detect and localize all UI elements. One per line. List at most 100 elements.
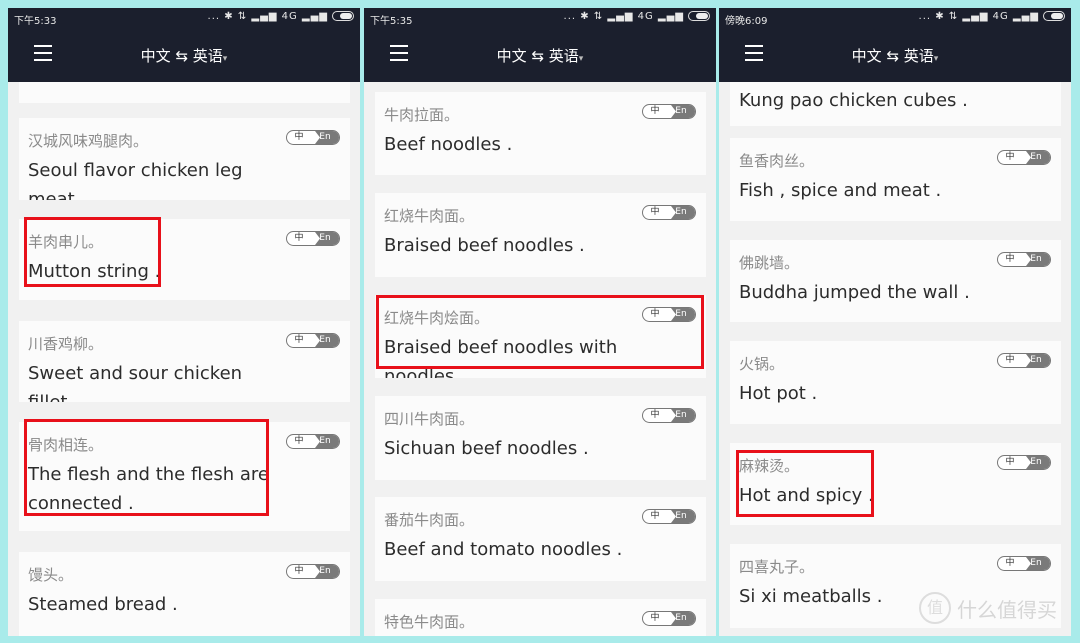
phrase-card[interactable]: 鱼香肉丝。 中 En Fish , spice and meat .	[730, 138, 1061, 221]
language-toggle[interactable]: 中 En	[642, 408, 696, 423]
highlight-box	[24, 419, 269, 516]
toggle-zh: 中	[1005, 355, 1015, 365]
phrase-card[interactable]: 汉城风味鸡腿肉。 中 En Seoul flavor chicken leg meat…	[19, 118, 350, 200]
phrase-card[interactable]: 牛肉拉面。 中 En Beef noodles .	[375, 92, 706, 175]
language-toggle[interactable]: 中 En	[286, 564, 340, 579]
toggle-zh: 中	[650, 410, 660, 420]
phrase-card[interactable]: 馒头。 中 En Steamed bread .	[19, 552, 350, 636]
status-time: 下午5:33	[14, 16, 57, 27]
language-toggle[interactable]: 中 En	[997, 455, 1051, 470]
battery-icon	[332, 11, 354, 21]
highlight-box	[24, 217, 161, 287]
language-toggle[interactable]: 中 En	[286, 434, 340, 449]
toggle-en: En	[1026, 151, 1050, 164]
battery-icon	[1043, 11, 1065, 21]
language-toggle[interactable]: 中 En	[286, 130, 340, 145]
language-toggle[interactable]: 中 En	[642, 611, 696, 626]
english-translation: Beef and tomato noodles .	[384, 539, 623, 560]
app-bar: 中文 ⇆ 英语▾	[8, 28, 360, 82]
language-toggle[interactable]: 中 En	[286, 333, 340, 348]
chevron-down-icon: ▾	[578, 54, 584, 64]
phrase-list: 汉城风味鸡腿肉。中 En Seoul flavor chicken leg meat…	[8, 82, 360, 636]
signal-icons: ... ✱ ⇅ ▂▄▆ 4G ▂▄▆	[563, 11, 684, 22]
status-bar: 下午5:33 ... ✱ ⇅ ▂▄▆ 4G ▂▄▆	[8, 8, 360, 28]
english-translation: Hot pot .	[739, 383, 818, 404]
language-toggle[interactable]: 中 En	[286, 231, 340, 246]
watermark-text: 什么值得买	[957, 597, 1057, 622]
toggle-zh: 中	[294, 132, 304, 142]
chevron-down-icon: ▾	[222, 54, 228, 64]
chinese-text: 佛跳墙。	[739, 254, 800, 272]
watermark: 值什么值得买	[919, 592, 1057, 624]
toggle-en: En	[315, 131, 339, 144]
language-toggle[interactable]: 中 En	[642, 509, 696, 524]
toggle-zh: 中	[294, 436, 304, 446]
toggle-en: En	[671, 510, 695, 523]
phrase-card[interactable]: 番茄牛肉面。 中 En Beef and tomato noodles .	[375, 497, 706, 581]
phrase-card[interactable]: 火锅。 中 En Hot pot .	[730, 341, 1061, 424]
toggle-zh: 中	[1005, 152, 1015, 162]
chevron-down-icon: ▾	[933, 54, 939, 64]
phrase-card[interactable]: 佛跳墙。 中 En Buddha jumped the wall .	[730, 240, 1061, 322]
app-bar: 中文 ⇆ 英语▾	[719, 28, 1071, 82]
language-toggle[interactable]: 中 En	[997, 353, 1051, 368]
phone-screen-1: 下午5:33 ... ✱ ⇅ ▂▄▆ 4G ▂▄▆ 中文 ⇆ 英语▾ 汉城风味鸡腿肉。…	[8, 8, 360, 636]
language-selector[interactable]: 中文 ⇆ 英语▾	[8, 45, 360, 66]
signal-icons: ... ✱ ⇅ ▂▄▆ 4G ▂▄▆	[207, 11, 328, 22]
chinese-text: 川香鸡柳。	[28, 335, 104, 353]
phrase-card[interactable]: 川香鸡柳。 中 En Sweet and sour chicken fillet .	[19, 321, 350, 402]
english-translation: Sichuan beef noodles .	[384, 438, 589, 459]
toggle-en: En	[315, 435, 339, 448]
language-pair-title: 中文 ⇆ 英语	[140, 47, 223, 65]
phrase-card[interactable]	[19, 82, 350, 103]
toggle-zh: 中	[1005, 558, 1015, 568]
toggle-en: En	[671, 409, 695, 422]
toggle-en: En	[1026, 557, 1050, 570]
status-time: 下午5:35	[370, 16, 413, 27]
status-bar: 下午5:35 ... ✱ ⇅ ▂▄▆ 4G ▂▄▆	[364, 8, 716, 28]
language-toggle[interactable]: 中 En	[642, 205, 696, 220]
toggle-zh: 中	[1005, 457, 1015, 467]
toggle-en: En	[1026, 354, 1050, 367]
chinese-text: 特色牛肉面。	[384, 613, 475, 631]
toggle-zh: 中	[294, 566, 304, 576]
language-selector[interactable]: 中文 ⇆ 英语▾	[364, 45, 716, 66]
language-pair-title: 中文 ⇆ 英语	[496, 47, 579, 65]
toggle-en: En	[671, 206, 695, 219]
toggle-en: En	[1026, 456, 1050, 469]
battery-icon	[688, 11, 710, 21]
language-toggle[interactable]: 中 En	[642, 104, 696, 119]
phrase-card[interactable]: Kung pao chicken cubes .	[730, 82, 1061, 126]
status-bar: 傍晚6:09 ... ✱ ⇅ ▂▄▆ 4G ▂▄▆	[719, 8, 1071, 28]
phrase-card[interactable]: 特色牛肉面。 中 En	[375, 599, 706, 636]
signal-icons: ... ✱ ⇅ ▂▄▆ 4G ▂▄▆	[918, 11, 1039, 22]
language-toggle[interactable]: 中 En	[997, 150, 1051, 165]
chinese-text: 馒头。	[28, 566, 74, 584]
toggle-en: En	[671, 105, 695, 118]
highlight-box	[376, 295, 704, 369]
toggle-zh: 中	[1005, 254, 1015, 264]
phrase-card[interactable]: 四川牛肉面。 中 En Sichuan beef noodles .	[375, 396, 706, 480]
chinese-text: 火锅。	[739, 355, 785, 373]
phrase-list: 牛肉拉面。中 En Beef noodles . 红烧牛肉面。中 En Braised b…	[364, 82, 716, 636]
english-translation: Steamed bread .	[28, 594, 178, 615]
language-toggle[interactable]: 中 En	[997, 252, 1051, 267]
chinese-text: 鱼香肉丝。	[739, 152, 815, 170]
toggle-en: En	[315, 334, 339, 347]
chinese-text: 汉城风味鸡腿肉。	[28, 132, 149, 150]
phrase-card[interactable]: 红烧牛肉面。 中 En Braised beef noodles .	[375, 193, 706, 277]
english-translation: Braised beef noodles .	[384, 235, 585, 256]
app-bar: 中文 ⇆ 英语▾	[364, 28, 716, 82]
chinese-text: 红烧牛肉面。	[384, 207, 475, 225]
screenshot-collage: 下午5:33... ✱ ⇅ ▂▄▆ 4G ▂▄▆ 中文 ⇆ 英语▾ 汉城风味鸡腿肉。…	[0, 0, 1080, 643]
toggle-en: En	[315, 565, 339, 578]
english-translation: Fish , spice and meat .	[739, 180, 942, 201]
chinese-text: 四川牛肉面。	[384, 410, 475, 428]
language-selector[interactable]: 中文 ⇆ 英语▾	[719, 45, 1071, 66]
language-toggle[interactable]: 中 En	[997, 556, 1051, 571]
toggle-zh: 中	[650, 613, 660, 623]
status-time: 傍晚6:09	[725, 16, 768, 27]
status-icons: ... ✱ ⇅ ▂▄▆ 4G ▂▄▆	[208, 11, 354, 22]
toggle-en: En	[671, 612, 695, 625]
english-translation: Buddha jumped the wall .	[739, 282, 970, 303]
